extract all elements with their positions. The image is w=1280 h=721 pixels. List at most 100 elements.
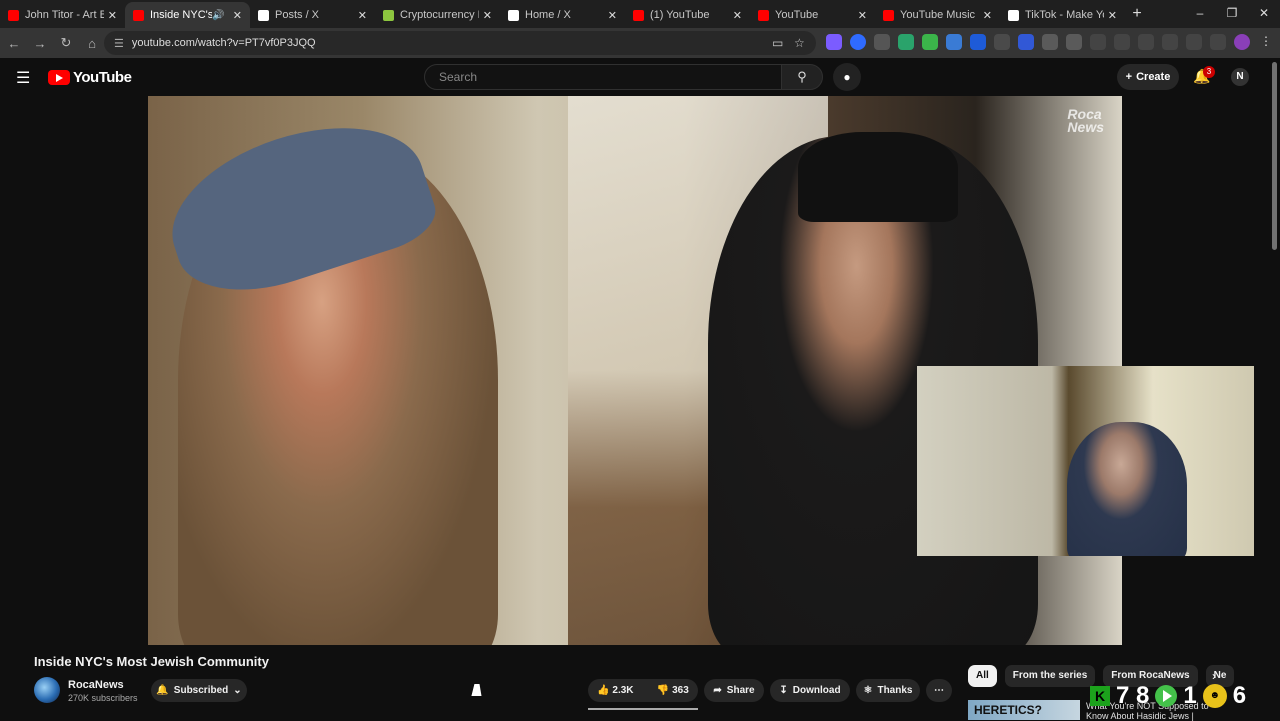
extension-icon[interactable] bbox=[946, 34, 962, 50]
back-icon[interactable]: ← bbox=[2, 36, 26, 51]
browser-tab[interactable]: John Titor - Art Bell C ✕ bbox=[0, 2, 125, 28]
browser-tab[interactable]: TikTok - Make Your D ✕ bbox=[1000, 2, 1125, 28]
tab-close-icon[interactable]: ✕ bbox=[858, 9, 867, 22]
tab-title: TikTok - Make Your D bbox=[1025, 9, 1104, 21]
search-button[interactable]: ⚲ bbox=[781, 64, 823, 90]
share-button[interactable]: ➦ Share bbox=[704, 679, 764, 702]
browser-tab[interactable]: (1) YouTube ✕ bbox=[625, 2, 750, 28]
youtube-play-icon bbox=[48, 70, 70, 85]
extension-icon[interactable] bbox=[826, 34, 842, 50]
site-info-icon[interactable]: ☰ bbox=[114, 37, 124, 50]
cast-icon[interactable]: ▭ bbox=[772, 36, 783, 50]
history-icon[interactable] bbox=[1090, 34, 1106, 50]
thanks-button[interactable]: ⚛ Thanks bbox=[856, 679, 920, 702]
close-icon[interactable]: ✕ bbox=[1248, 0, 1280, 26]
youtube-icon bbox=[758, 9, 769, 21]
tab-close-icon[interactable]: ✕ bbox=[1108, 9, 1117, 22]
extension-icon[interactable] bbox=[898, 34, 914, 50]
thumbs-down-icon: 👎 bbox=[656, 685, 670, 696]
video-title: Inside NYC's Most Jewish Community bbox=[34, 654, 269, 669]
youtube-logo[interactable]: YouTube bbox=[48, 69, 132, 86]
youtube-icon bbox=[633, 9, 644, 21]
create-button[interactable]: + Create bbox=[1117, 64, 1179, 90]
channel-watermark[interactable]: Roca News bbox=[1067, 107, 1104, 135]
code-icon[interactable] bbox=[1138, 34, 1154, 50]
tab-close-icon[interactable]: ✕ bbox=[483, 9, 492, 22]
create-label: Create bbox=[1136, 71, 1171, 83]
screenshot-icon[interactable] bbox=[1186, 34, 1202, 50]
subscribed-button[interactable]: 🔔 Subscribed ⌄ bbox=[151, 679, 247, 702]
browser-tab[interactable]: YouTube Music ✕ bbox=[875, 2, 1000, 28]
thanks-label: Thanks bbox=[877, 685, 913, 696]
speaker-icon[interactable]: 🔊 bbox=[212, 10, 224, 21]
play-circle-icon bbox=[1155, 685, 1178, 707]
hamburger-menu-icon[interactable]: ☰ bbox=[16, 68, 30, 88]
tab-close-icon[interactable]: ✕ bbox=[233, 9, 242, 22]
voice-search-button[interactable]: ● bbox=[833, 63, 861, 91]
download-button[interactable]: ↧ Download bbox=[770, 679, 850, 702]
channel-avatar[interactable] bbox=[34, 677, 60, 703]
tab-title: Inside NYC's Most bbox=[150, 9, 213, 21]
microphone-icon: ● bbox=[843, 70, 851, 84]
extensions-toolbar: ⋮ bbox=[826, 34, 1274, 50]
browser-toolbar: ← → ↻ ⌂ ☰ youtube.com/watch?v=PT7vf0P3JQ… bbox=[0, 28, 1280, 58]
kick-icon: K bbox=[1090, 686, 1110, 706]
like-ratio-bar bbox=[588, 708, 698, 710]
minimize-icon[interactable]: – bbox=[1184, 0, 1216, 26]
browser-tab[interactable]: YouTube ✕ bbox=[750, 2, 875, 28]
tab-close-icon[interactable]: ✕ bbox=[733, 9, 742, 22]
address-bar[interactable]: ☰ youtube.com/watch?v=PT7vf0P3JQQ ▭ ☆ bbox=[104, 31, 816, 55]
puzzle-icon[interactable] bbox=[1066, 34, 1082, 50]
recommended-video-thumbnail[interactable]: HERETICS? bbox=[968, 700, 1080, 720]
tab-close-icon[interactable]: ✕ bbox=[108, 9, 117, 22]
page-scrollbar[interactable] bbox=[1272, 62, 1277, 250]
youtube-icon bbox=[133, 9, 144, 21]
new-tab-button[interactable]: + bbox=[1125, 2, 1149, 28]
extension-icon[interactable] bbox=[850, 34, 866, 50]
share-icon: ➦ bbox=[713, 685, 722, 696]
browser-tab-strip: John Titor - Art Bell C✕Inside NYC's Mos… bbox=[0, 0, 1280, 28]
browser-tab[interactable]: Inside NYC's Most🔊 ✕ bbox=[125, 2, 250, 28]
dislike-button[interactable]: 👎 363 bbox=[657, 685, 689, 696]
rumble-face-icon: ☻ bbox=[1202, 684, 1227, 708]
account-avatar[interactable]: N bbox=[1231, 68, 1249, 86]
sidepanel-icon[interactable] bbox=[1162, 34, 1178, 50]
tab-close-icon[interactable]: ✕ bbox=[983, 9, 992, 22]
extension-icon[interactable] bbox=[970, 34, 986, 50]
extension-icon[interactable] bbox=[922, 34, 938, 50]
more-menu-icon[interactable]: ⋮ bbox=[1258, 34, 1274, 50]
channel-name[interactable]: RocaNews bbox=[68, 679, 124, 691]
thanks-icon: ⚛ bbox=[863, 685, 873, 696]
bell-icon: 🔔 bbox=[156, 685, 169, 696]
tab-title: Posts / X bbox=[275, 9, 320, 21]
tab-close-icon[interactable]: ✕ bbox=[358, 9, 367, 22]
tab-close-icon[interactable]: ✕ bbox=[608, 9, 617, 22]
profile-icon[interactable] bbox=[1234, 34, 1250, 50]
restore-icon[interactable]: ❐ bbox=[1216, 0, 1248, 26]
extension-icon[interactable] bbox=[1114, 34, 1130, 50]
forward-icon[interactable]: → bbox=[28, 36, 52, 51]
more-horizontal-icon: ⋯ bbox=[934, 685, 944, 696]
chevron-right-icon[interactable]: › bbox=[1212, 669, 1216, 683]
extension-icon[interactable] bbox=[1042, 34, 1058, 50]
chevron-down-icon: ⌄ bbox=[233, 685, 242, 696]
like-button[interactable]: 👍 2.3K bbox=[597, 685, 633, 696]
media-icon[interactable] bbox=[1210, 34, 1226, 50]
chip-from-series[interactable]: From the series bbox=[1004, 665, 1096, 687]
notification-badge: 3 bbox=[1203, 66, 1215, 78]
browser-tab[interactable]: Cryptocurrency Prices ✕ bbox=[375, 2, 500, 28]
watermark-line2: News bbox=[1067, 119, 1104, 135]
search-input[interactable]: Search bbox=[424, 64, 782, 90]
bookmark-star-icon[interactable]: ☆ bbox=[794, 36, 805, 50]
more-actions-button[interactable]: ⋯ bbox=[926, 679, 952, 702]
browser-tab[interactable]: Posts / X ✕ bbox=[250, 2, 375, 28]
x-icon bbox=[258, 9, 269, 21]
chip-all[interactable]: All bbox=[968, 665, 997, 687]
overlay-count-right: 6 bbox=[1232, 682, 1247, 709]
reload-icon[interactable]: ↻ bbox=[54, 35, 78, 51]
extension-icon[interactable] bbox=[1018, 34, 1034, 50]
extension-icon[interactable] bbox=[874, 34, 890, 50]
home-icon[interactable]: ⌂ bbox=[80, 36, 104, 51]
extension-icon[interactable] bbox=[994, 34, 1010, 50]
browser-tab[interactable]: Home / X ✕ bbox=[500, 2, 625, 28]
